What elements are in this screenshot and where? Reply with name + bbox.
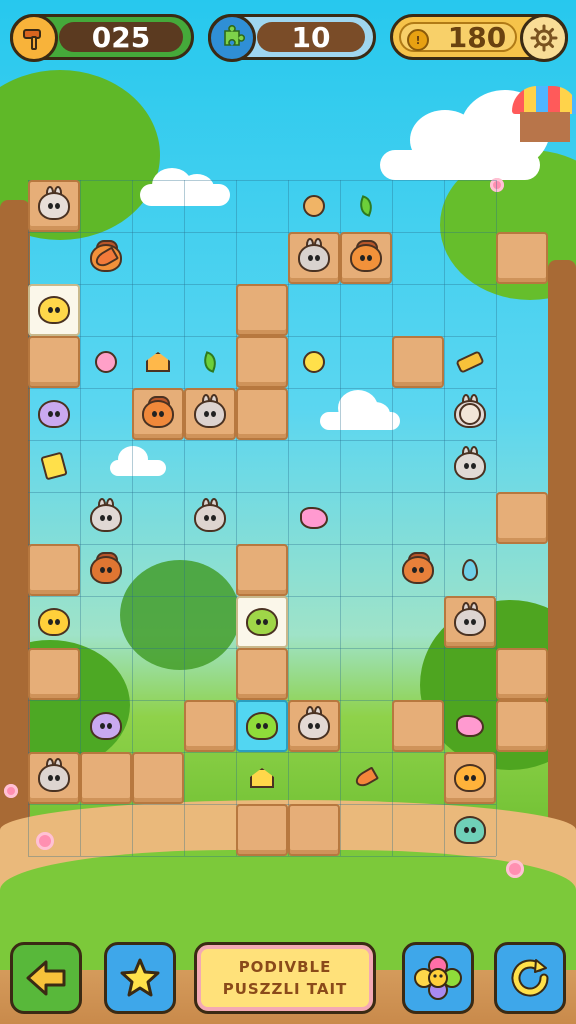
drop-item[interactable]: [454, 554, 486, 586]
bunny-piece[interactable]: [450, 602, 490, 642]
fox-piece[interactable]: [86, 550, 126, 590]
score-counter: 025: [10, 14, 194, 62]
bird-piece[interactable]: [34, 290, 74, 330]
slime-piece[interactable]: [450, 810, 490, 850]
grid-line: [28, 492, 496, 493]
note-item[interactable]: [38, 450, 70, 482]
refresh-icon: [511, 959, 549, 997]
flower-character-icon: [414, 956, 462, 1000]
bunny-piece[interactable]: [34, 758, 74, 798]
dirt-block-tile[interactable]: [392, 700, 444, 752]
tree-trunk: [548, 260, 576, 860]
coins-counter: ! 180: [390, 14, 568, 62]
grid-line: [28, 232, 496, 233]
leaf-item[interactable]: [194, 346, 226, 378]
crystal-item[interactable]: [298, 502, 330, 534]
dirt-block-tile[interactable]: [236, 284, 288, 336]
cookie-item[interactable]: [298, 190, 330, 222]
candy-item[interactable]: [298, 346, 330, 378]
flower-decoration: [506, 860, 524, 878]
bird-piece[interactable]: [450, 758, 490, 798]
dirt-block-tile[interactable]: [236, 804, 288, 856]
grid-line: [28, 180, 496, 181]
star-icon: [120, 958, 160, 997]
grid-line: [392, 180, 393, 856]
cloud: [380, 90, 550, 180]
bird-piece[interactable]: [86, 706, 126, 746]
dirt-block-tile[interactable]: [184, 700, 236, 752]
house-item[interactable]: [246, 762, 278, 794]
hint-button[interactable]: [402, 942, 474, 1014]
dirt-block-tile[interactable]: [28, 336, 80, 388]
dirt-block-tile[interactable]: [236, 544, 288, 596]
bunny-piece[interactable]: [294, 706, 334, 746]
dirt-block-tile[interactable]: [80, 752, 132, 804]
arrow-left-icon: [26, 960, 66, 996]
level-title-banner: PODIVBLE PUSZZLI TAIT: [194, 942, 376, 1014]
dirt-block-tile[interactable]: [132, 752, 184, 804]
coins-value: 180: [447, 20, 507, 54]
moves-value: 10: [291, 20, 331, 54]
treehouse: [512, 86, 576, 152]
carrot-item[interactable]: [90, 242, 122, 274]
bunny-piece[interactable]: [190, 498, 230, 538]
bunny-piece[interactable]: [34, 186, 74, 226]
dirt-block-tile[interactable]: [28, 648, 80, 700]
fox-piece[interactable]: [346, 238, 386, 278]
moves-counter: 10: [208, 14, 376, 62]
house-item[interactable]: [142, 346, 174, 378]
banner-line-1: PODIVBLE: [238, 958, 332, 976]
dirt-block-tile[interactable]: [236, 648, 288, 700]
refresh-button[interactable]: [494, 942, 566, 1014]
crystal-item[interactable]: [454, 710, 486, 742]
fox-piece[interactable]: [398, 550, 438, 590]
flower-decoration: [4, 784, 18, 798]
dirt-block-tile[interactable]: [496, 232, 548, 284]
hammer-item[interactable]: [454, 346, 486, 378]
banner-line-2: PUSZZLI TAIT: [222, 980, 348, 998]
coin-icon: !: [407, 29, 429, 51]
leaf-item[interactable]: [350, 190, 382, 222]
bunny-piece[interactable]: [190, 394, 230, 434]
puzzle-board[interactable]: [28, 180, 548, 860]
grid-line: [236, 180, 237, 856]
dirt-block-tile[interactable]: [496, 700, 548, 752]
dirt-block-tile[interactable]: [28, 544, 80, 596]
puzzle-piece-icon: [208, 14, 256, 62]
gear-icon[interactable]: [520, 14, 568, 62]
dirt-block-tile[interactable]: [288, 804, 340, 856]
bunny-piece[interactable]: [450, 446, 490, 486]
bird-piece[interactable]: [242, 602, 282, 642]
dirt-block-tile[interactable]: [496, 648, 548, 700]
grid-line: [28, 440, 496, 441]
dirt-block-tile[interactable]: [236, 388, 288, 440]
dirt-block-tile[interactable]: [496, 492, 548, 544]
dirt-block-tile[interactable]: [236, 336, 288, 388]
grid-line: [28, 856, 496, 857]
grid-line: [184, 180, 185, 856]
carrot-item[interactable]: [350, 762, 382, 794]
slime-piece[interactable]: [242, 706, 282, 746]
flower-item[interactable]: [90, 346, 122, 378]
dirt-block-tile[interactable]: [392, 336, 444, 388]
bird-piece[interactable]: [34, 394, 74, 434]
tree-trunk: [0, 200, 30, 840]
score-value: 025: [91, 20, 151, 54]
bird-piece[interactable]: [34, 602, 74, 642]
star-button[interactable]: [104, 942, 176, 1014]
bunny-piece[interactable]: [294, 238, 334, 278]
fox-piece[interactable]: [138, 394, 178, 434]
back-button[interactable]: [10, 942, 82, 1014]
hammer-icon: [10, 14, 58, 62]
shell-item[interactable]: [454, 398, 486, 430]
bunny-piece[interactable]: [86, 498, 126, 538]
